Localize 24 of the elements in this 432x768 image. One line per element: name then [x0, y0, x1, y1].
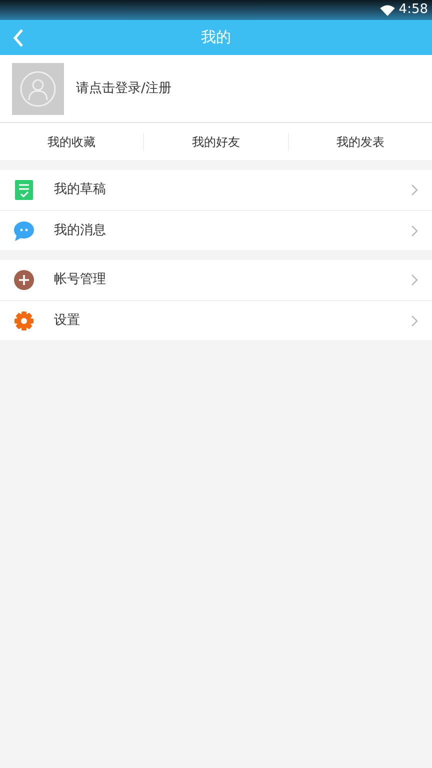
chevron-right-icon: [411, 184, 418, 196]
wifi-icon: [380, 4, 395, 16]
menu-item-label: 帐号管理: [54, 271, 107, 290]
settings-icon: [14, 310, 34, 330]
menu-item[interactable]: 设置: [0, 300, 432, 340]
page-title: 我的: [201, 27, 231, 48]
profile-tab[interactable]: 我的收藏: [48, 132, 96, 150]
profile-tab[interactable]: 我的好友: [192, 132, 240, 150]
plus-circle-icon: [14, 270, 34, 290]
login-link[interactable]: 请点击登录/注册: [76, 78, 172, 98]
chevron-right-icon: [411, 314, 418, 326]
status-time: 4:58: [398, 1, 428, 20]
menu-item[interactable]: 帐号管理: [0, 260, 432, 300]
menu-item-label: 我的草稿: [54, 181, 107, 200]
menu-item[interactable]: 我的消息: [0, 210, 432, 250]
avatar-placeholder: [12, 62, 64, 114]
menu-item-label: 设置: [54, 312, 81, 330]
chat-bubble-icon: [14, 220, 34, 240]
menu-item-label: 我的消息: [54, 222, 107, 240]
document-check-icon: [15, 180, 33, 200]
chevron-right-icon: [411, 224, 418, 236]
chevron-right-icon: [411, 274, 418, 286]
menu-item[interactable]: 我的草稿: [0, 170, 432, 210]
profile-tab[interactable]: 我的发表: [336, 132, 384, 150]
